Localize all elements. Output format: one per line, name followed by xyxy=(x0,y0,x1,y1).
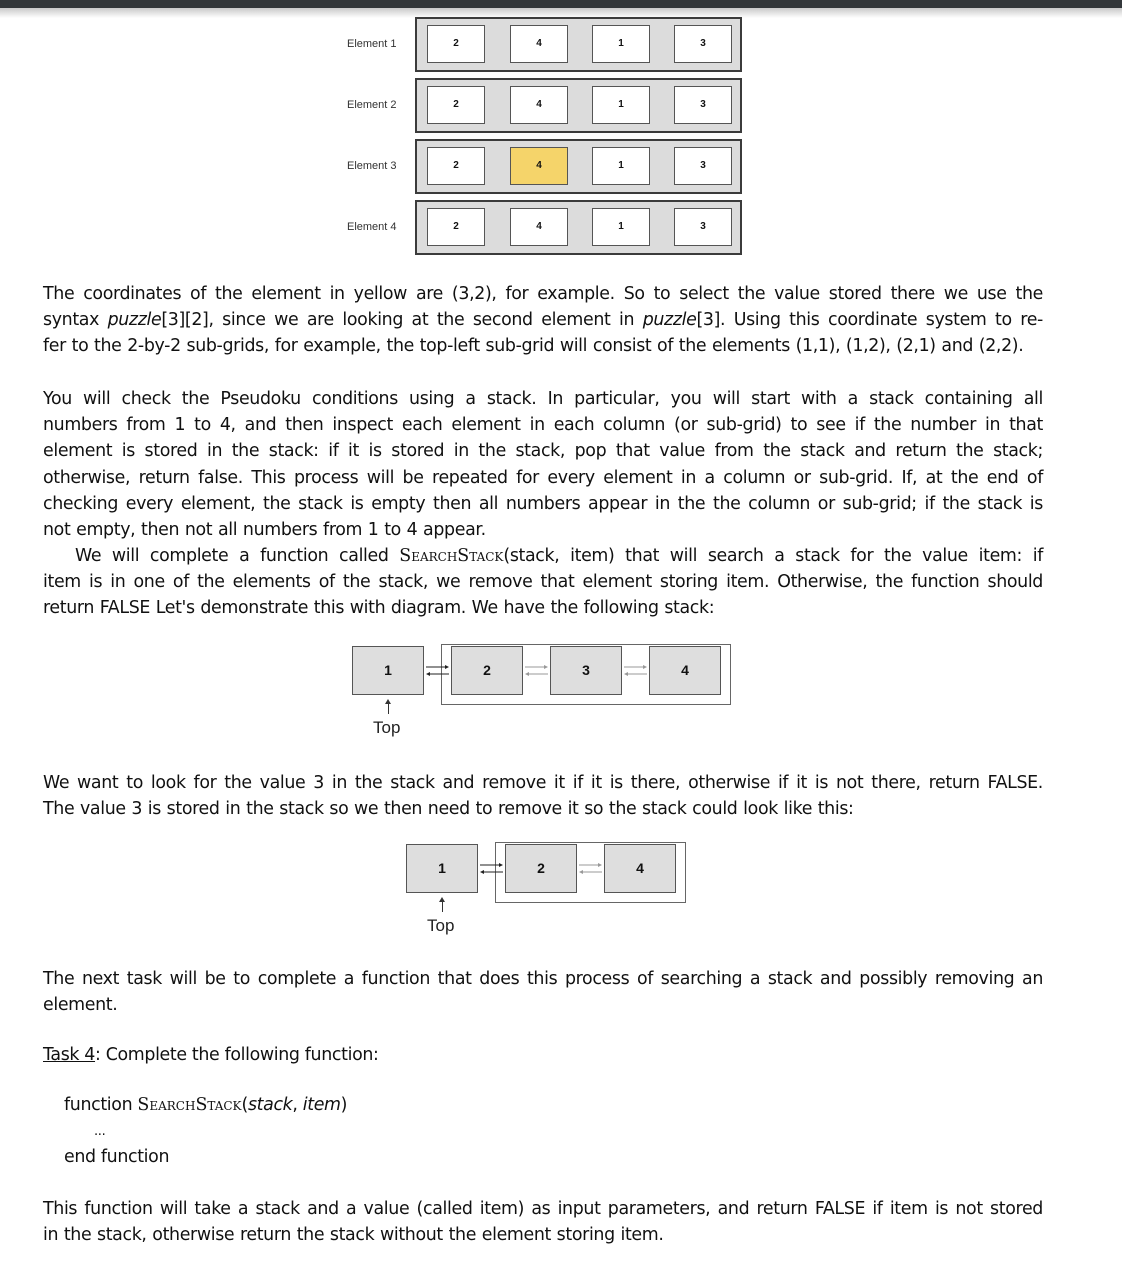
grid-row: Element 1 2413 xyxy=(0,17,1122,72)
stack-node: 3 xyxy=(550,646,622,695)
arrowhead-right xyxy=(499,863,503,867)
text-line: This function will take a stack and a va… xyxy=(43,1199,1043,1219)
top-pointer-arrow-icon xyxy=(385,699,391,714)
text-line: checking every element, the stack is emp… xyxy=(43,493,1043,514)
text-run: (stack, item) that will search a stack f… xyxy=(503,546,1043,566)
grid-cell: 1 xyxy=(592,86,650,124)
arrowhead-right xyxy=(598,863,602,867)
grid-row-box: 2413 xyxy=(415,139,742,194)
task-label: Task 4 xyxy=(43,1045,96,1065)
code-end: end function xyxy=(64,1147,170,1167)
text-line: We want to look for the value 3 in the s… xyxy=(43,773,1043,793)
text-line: syntax puzzle[3][2], since we are lookin… xyxy=(43,307,1043,333)
paragraph-coordinates: The coordinates of the element in yellow… xyxy=(43,281,1043,360)
paragraph-remove-example: We want to look for the value 3 in the s… xyxy=(43,770,1043,822)
top-label: Top xyxy=(373,718,401,737)
link-arrows xyxy=(525,665,548,676)
grid-cell: 1 xyxy=(592,208,650,246)
text-line: The next task will be to complete a func… xyxy=(43,969,1043,989)
grid-row: Element 2 2413 xyxy=(0,78,1122,133)
grid-cell: 3 xyxy=(674,208,732,246)
grid-cell: 2 xyxy=(427,208,485,246)
grid-cell: 2 xyxy=(427,25,485,63)
paragraph-next-task: The next task will be to complete a func… xyxy=(43,966,1043,1018)
stack-node: 2 xyxy=(505,844,577,893)
stack-node: 4 xyxy=(604,844,676,893)
param-item: item xyxy=(302,1095,341,1115)
grid-row-label: Element 1 xyxy=(347,38,397,50)
arrowhead-left xyxy=(579,870,583,874)
arrowhead-left xyxy=(525,672,529,676)
link-arrows xyxy=(579,863,602,874)
grid-row-label: Element 3 xyxy=(347,160,397,172)
separator: , xyxy=(292,1095,303,1115)
grid-cell: 3 xyxy=(674,25,732,63)
arrowhead-right xyxy=(445,665,449,669)
task-text: : Complete the following function: xyxy=(95,1045,379,1065)
paragraph-searchstack-intro: We will complete a function called Searc… xyxy=(43,543,1043,622)
grid-cell: 3 xyxy=(674,86,732,124)
text-run: [3]. Using this coordinate system to re- xyxy=(696,310,1043,331)
stack-node-top: 1 xyxy=(352,646,424,695)
text-line: You will check the Pseudoku conditions u… xyxy=(43,389,1043,409)
grid-cell-highlighted: 4 xyxy=(510,147,568,185)
text-line: The coordinates of the element in yellow… xyxy=(43,284,1043,304)
grid-cell: 2 xyxy=(427,147,485,185)
task-heading: Task 4: Complete the following function: xyxy=(43,1045,379,1065)
grid-row-label: Element 2 xyxy=(347,99,397,111)
link-arrows xyxy=(480,863,503,874)
grid-row-label: Element 4 xyxy=(347,221,397,233)
grid-cell: 1 xyxy=(592,25,650,63)
text-line: We will complete a function called Searc… xyxy=(43,543,1043,569)
top-pointer-arrow-icon xyxy=(439,897,445,912)
text-line: fer to the 2-by-2 sub-grids, for example… xyxy=(43,336,1024,357)
grid-cell: 4 xyxy=(510,25,568,63)
grid-row: Element 4 2413 xyxy=(0,200,1122,255)
function-name: SearchStack xyxy=(137,1095,242,1115)
code-signature: function SearchStack(stack, item) xyxy=(64,1095,347,1115)
arrowhead-left xyxy=(426,672,430,676)
text-line: return FALSE Let's demonstrate this with… xyxy=(43,598,715,619)
paragraph-function-description: This function will take a stack and a va… xyxy=(43,1196,1043,1248)
text-run: syntax xyxy=(43,310,108,331)
variable-puzzle: puzzle xyxy=(107,310,162,331)
text-run: We will complete a function called xyxy=(75,546,400,566)
text-line: numbers from 1 to 4, and then inspect ea… xyxy=(43,415,1043,436)
variable-puzzle: puzzle xyxy=(642,310,697,331)
grid-cell: 2 xyxy=(427,86,485,124)
grid-row-box: 2413 xyxy=(415,17,742,72)
grid-cell: 3 xyxy=(674,147,732,185)
paren: ) xyxy=(340,1095,348,1115)
text-line: element. xyxy=(43,995,118,1016)
param-stack: stack xyxy=(247,1095,293,1115)
grid-row-box: 2413 xyxy=(415,78,742,133)
link-arrows xyxy=(624,665,647,676)
text-line: item is in one of the elements of the st… xyxy=(43,572,1043,593)
grid-cell: 1 xyxy=(592,147,650,185)
text-line: The value 3 is stored in the stack so we… xyxy=(43,799,854,820)
link-arrows xyxy=(426,665,449,676)
stack-node-top: 1 xyxy=(406,844,478,893)
text-line: otherwise, return false. This process wi… xyxy=(43,467,1043,488)
text-run: [3][2], since we are looking at the seco… xyxy=(161,310,643,331)
keyword-function: function xyxy=(64,1095,138,1115)
stack-node: 2 xyxy=(451,646,523,695)
top-label: Top xyxy=(427,916,455,935)
text-line: in the stack, otherwise return the stack… xyxy=(43,1225,664,1246)
arrowhead-right xyxy=(544,665,548,669)
arrowhead-right xyxy=(643,665,647,669)
window-top-bar xyxy=(0,0,1122,8)
arrowhead-left xyxy=(480,870,484,874)
grid-row: Element 3 2413 xyxy=(0,139,1122,194)
text-line: not empty, then not all numbers from 1 t… xyxy=(43,519,486,540)
paragraph-stack-check: You will check the Pseudoku conditions u… xyxy=(43,386,1043,543)
grid-cell: 4 xyxy=(510,86,568,124)
stack-node: 4 xyxy=(649,646,721,695)
text-line: element is stored in the stack: if it is… xyxy=(43,441,1043,462)
code-body-ellipsis: ... xyxy=(94,1124,106,1139)
grid-row-box: 2413 xyxy=(415,200,742,255)
arrowhead-left xyxy=(624,672,628,676)
grid-cell: 4 xyxy=(510,208,568,246)
function-name: SearchStack xyxy=(399,546,504,566)
